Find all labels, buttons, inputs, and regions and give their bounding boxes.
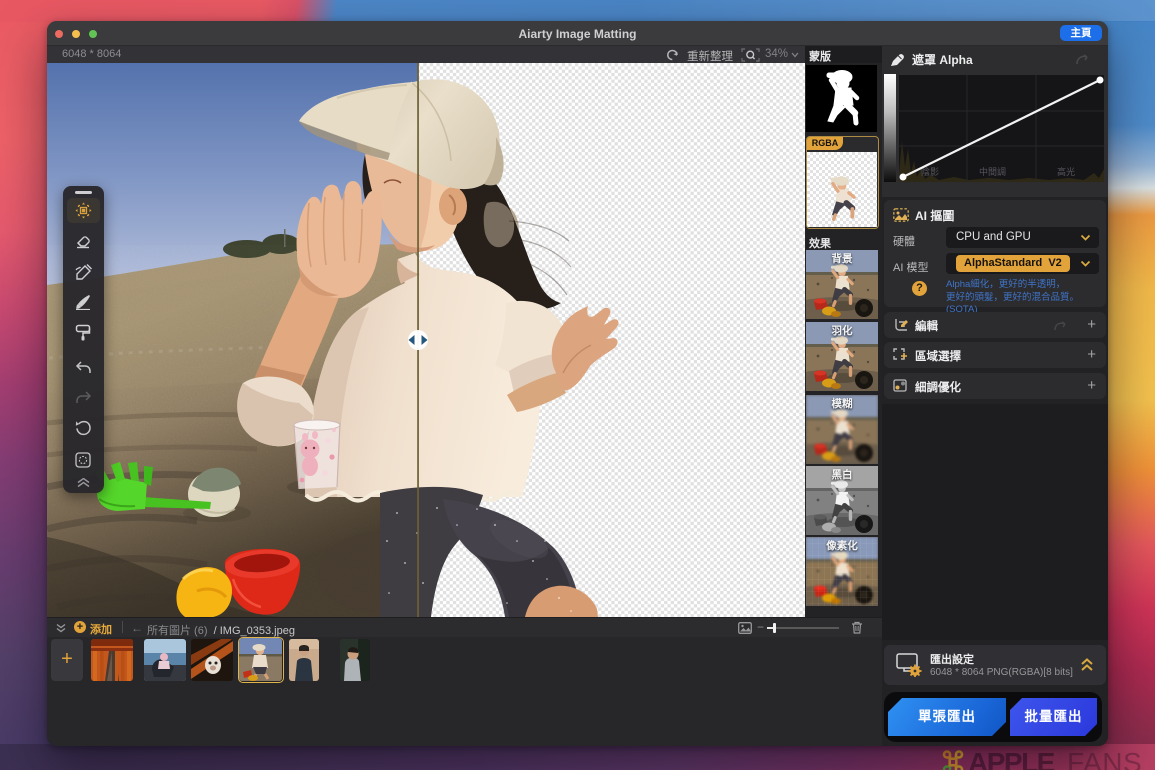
svg-text:中間調: 中間調 (979, 166, 1006, 177)
svg-text:高光: 高光 (1057, 166, 1075, 177)
